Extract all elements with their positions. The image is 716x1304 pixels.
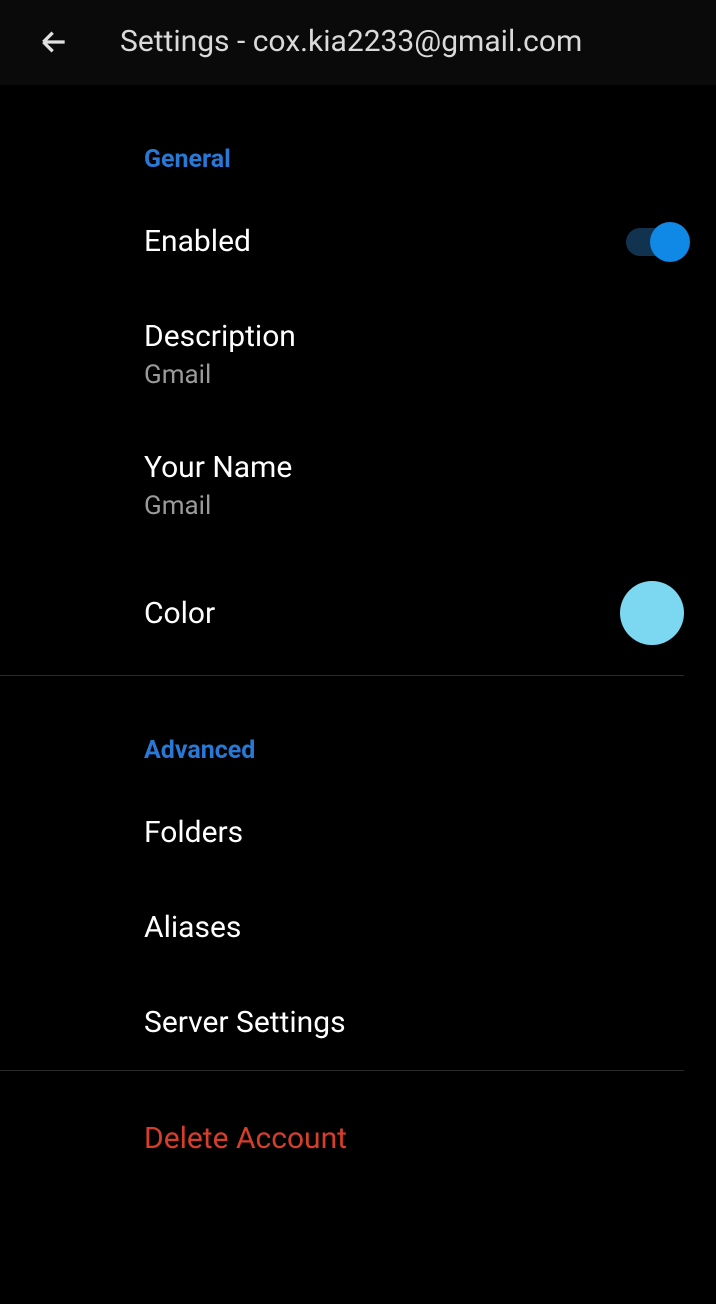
delete-account-label: Delete Account (144, 1121, 347, 1156)
row-your-name-label: Your Name (144, 450, 292, 485)
row-description[interactable]: Description Gmail (144, 289, 684, 420)
row-enabled-label: Enabled (144, 224, 251, 259)
row-aliases[interactable]: Aliases (144, 880, 684, 975)
color-swatch[interactable] (620, 581, 684, 645)
row-enabled[interactable]: Enabled (144, 194, 684, 289)
row-color-label: Color (144, 596, 215, 631)
row-aliases-label: Aliases (144, 910, 241, 945)
row-description-label: Description (144, 319, 296, 354)
row-color[interactable]: Color (144, 551, 684, 675)
page-title: Settings - cox.kia2233@gmail.com (120, 24, 582, 59)
row-folders[interactable]: Folders (144, 785, 684, 880)
section-header-general: General (144, 85, 684, 194)
enabled-toggle[interactable] (626, 228, 684, 256)
content: General Enabled Description Gmail Your N… (0, 85, 716, 1186)
row-description-value: Gmail (144, 360, 296, 390)
header: Settings - cox.kia2233@gmail.com (0, 0, 716, 85)
back-arrow-icon[interactable] (36, 24, 72, 60)
toggle-thumb (650, 222, 690, 262)
section-header-advanced: Advanced (144, 676, 684, 785)
row-server-settings-label: Server Settings (144, 1005, 346, 1040)
row-folders-label: Folders (144, 815, 243, 850)
row-your-name-value: Gmail (144, 491, 292, 521)
row-server-settings[interactable]: Server Settings (144, 975, 684, 1070)
row-delete-account[interactable]: Delete Account (144, 1071, 684, 1186)
row-your-name[interactable]: Your Name Gmail (144, 420, 684, 551)
